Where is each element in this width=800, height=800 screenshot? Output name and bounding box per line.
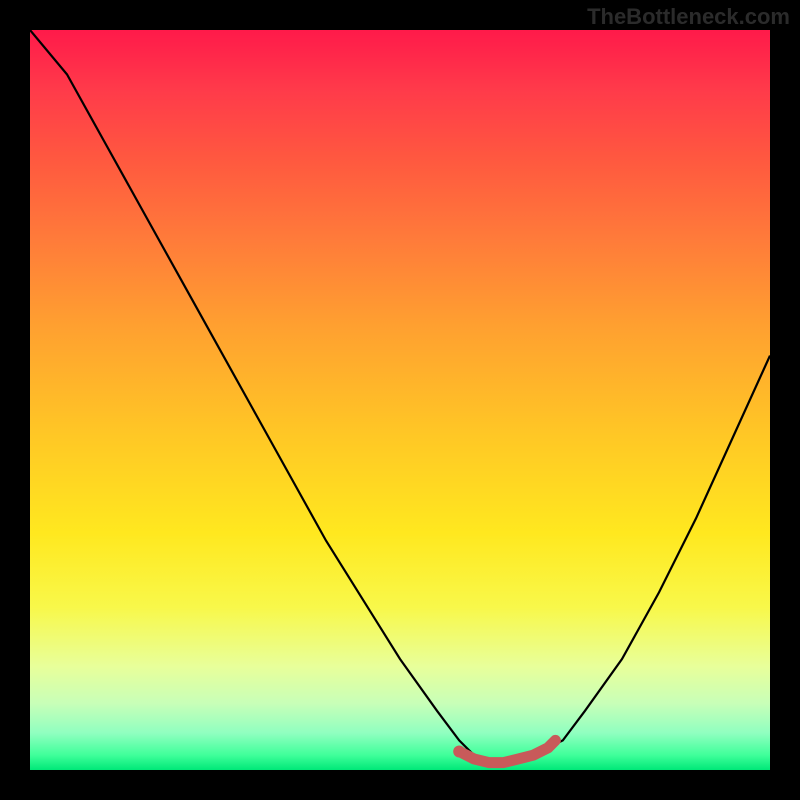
- chart-plot-area: [30, 30, 770, 770]
- highlight-segment-line: [459, 740, 555, 762]
- bottleneck-curve-line: [30, 30, 770, 763]
- highlight-start-dot: [453, 746, 465, 758]
- chart-svg: [30, 30, 770, 770]
- watermark-text: TheBottleneck.com: [587, 4, 790, 30]
